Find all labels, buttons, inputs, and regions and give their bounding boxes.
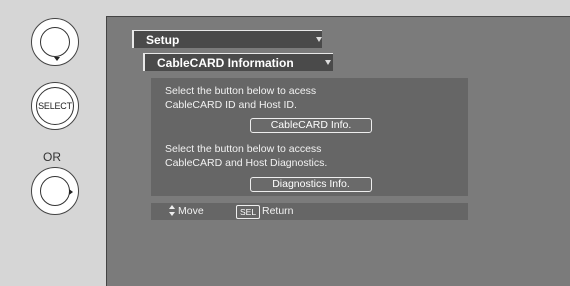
or-label: OR bbox=[43, 150, 61, 164]
remote-panel: SELECT OR bbox=[0, 0, 104, 286]
menu-cablecard-label: CableCARD Information bbox=[157, 56, 294, 70]
tv-screen: Setup CableCARD Information Select the b… bbox=[106, 16, 570, 286]
menu-setup-label: Setup bbox=[146, 33, 180, 47]
cablecard-info-button[interactable]: CableCARD Info. bbox=[250, 118, 372, 133]
down-button-ring bbox=[40, 27, 70, 57]
diagnostics-info-button[interactable]: Diagnostics Info. bbox=[250, 177, 372, 192]
cablecard-panel: Select the button below to acess CableCA… bbox=[151, 78, 468, 196]
right-arrow-icon bbox=[69, 189, 73, 195]
chevron-down-icon bbox=[325, 60, 331, 65]
instruction-text-2b: CableCARD and Host Diagnostics. bbox=[165, 157, 328, 169]
chevron-down-icon bbox=[316, 37, 322, 42]
down-arrow-icon bbox=[54, 57, 60, 61]
right-button[interactable] bbox=[31, 167, 79, 215]
up-down-arrow-icon bbox=[169, 205, 175, 217]
menu-cablecard-information[interactable]: CableCARD Information bbox=[143, 53, 333, 71]
instruction-text-1a: Select the button below to acess bbox=[165, 85, 317, 97]
select-button-label: SELECT bbox=[38, 101, 72, 111]
select-button[interactable]: SELECT bbox=[31, 82, 79, 130]
down-arrow-icon bbox=[169, 212, 175, 216]
sel-key-icon: SEL bbox=[236, 205, 261, 219]
move-label: Move bbox=[178, 205, 204, 217]
up-arrow-icon bbox=[169, 205, 175, 209]
menu-setup[interactable]: Setup bbox=[132, 30, 322, 48]
instruction-text-1b: CableCARD ID and Host ID. bbox=[165, 99, 297, 111]
return-label: Return bbox=[262, 205, 294, 217]
right-button-ring bbox=[40, 176, 70, 206]
instruction-text-2a: Select the button below to access bbox=[165, 143, 322, 155]
down-button[interactable] bbox=[31, 18, 79, 66]
help-footer: Move SEL Return bbox=[151, 203, 468, 220]
